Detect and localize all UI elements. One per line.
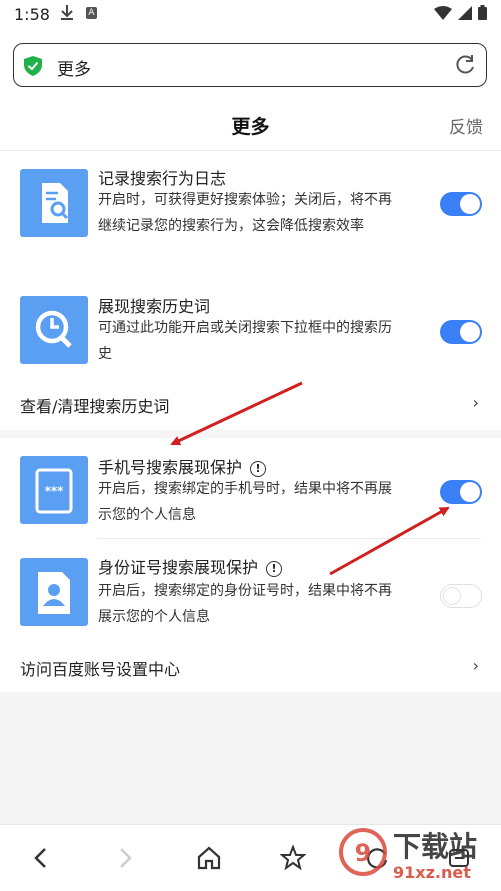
search-settings-section: 记录搜索行为日志 开启时，可获得更好搜索体验；关闭后，将不再继续记录您的搜索行为… [0,151,501,430]
status-bar: 1:58 A [0,0,501,30]
item-desc-id-card: 开启后，搜索绑定的身份证号时，结果中将不再展示您的个人信息 [98,583,392,625]
toggle-search-log[interactable] [440,192,482,216]
account-settings-label: 访问百度账号设置中心 [20,660,181,679]
item-desc-search-log: 开启时，可获得更好搜索体验；关闭后，将不再继续记录您的搜索行为，这会降低搜索效率 [98,192,392,234]
item-title-phone: 手机号搜索展现保护! [98,454,267,478]
watermark-logo: 9 下载站 91xz.net [337,826,497,884]
status-icons [434,5,487,20]
toggle-knob [460,482,480,502]
toggle-history[interactable] [440,320,482,344]
info-icon[interactable]: ! [250,460,267,477]
view-clear-history-row[interactable]: 查看/清理搜索历史词 › [0,379,501,429]
search-log-icon [20,169,88,237]
item-title-id-card-text: 身份证号搜索展现保护 [98,558,259,577]
toggle-knob [460,194,480,214]
info-icon[interactable]: ! [266,560,283,577]
item-title-history: 展现搜索历史词 [98,297,211,316]
page-header: 更多 反馈 [0,98,501,151]
chevron-right-icon: › [472,656,479,675]
wifi-icon [434,5,452,20]
toggle-knob [443,587,461,605]
back-button[interactable] [24,841,58,875]
star-icon [280,845,306,871]
url-text[interactable]: 更多 [57,55,91,80]
item-desc-phone: 开启后，搜索绑定的手机号时，结果中将不再展示您的个人信息 [98,481,392,523]
forward-button[interactable] [108,841,142,875]
chevron-left-icon [34,848,46,868]
download-icon [60,4,74,24]
chevron-right-icon: › [472,393,479,412]
watermark-text: 下载站 [393,830,477,863]
toggle-id-card-protect[interactable] [440,584,482,608]
url-bar-container: 更多 [0,30,501,98]
battery-icon [478,5,487,20]
phone-protect-icon: *** [20,456,88,524]
toggle-knob [460,322,480,342]
item-title-search-log: 记录搜索行为日志 [98,169,227,188]
item-title-phone-text: 手机号搜索展现保护 [98,458,243,477]
item-title-id-card: 身份证号搜索展现保护! [98,554,283,578]
toggle-phone-protect[interactable] [440,480,482,504]
feedback-button[interactable]: 反馈 [449,113,483,138]
item-desc-history: 可通过此功能开启或关闭搜索下拉框中的搜索历史 [98,320,392,362]
cell-signal-icon [458,5,472,20]
account-settings-row[interactable]: 访问百度账号设置中心 › [0,642,501,692]
svg-text:9: 9 [355,839,372,867]
privacy-protection-section: *** 手机号搜索展现保护! 开启后，搜索绑定的手机号时，结果中将不再展示您的个… [0,438,501,692]
url-bar[interactable]: 更多 [13,43,487,87]
history-clock-icon [20,296,88,364]
page-title: 更多 [231,116,270,138]
watermark-url: 91xz.net [393,863,471,882]
home-button[interactable] [192,841,226,875]
app-notification-icon: A [86,7,97,19]
phone-icon-text: *** [45,484,65,498]
status-time: 1:58 [14,5,50,24]
view-clear-history-label: 查看/清理搜索历史词 [20,397,170,416]
chevron-right-icon [120,848,132,868]
reload-icon[interactable] [454,54,476,80]
id-card-icon [20,558,88,626]
divider [98,538,481,539]
security-shield-icon [24,56,42,80]
bookmarks-button[interactable] [276,841,310,875]
home-icon [197,846,221,870]
